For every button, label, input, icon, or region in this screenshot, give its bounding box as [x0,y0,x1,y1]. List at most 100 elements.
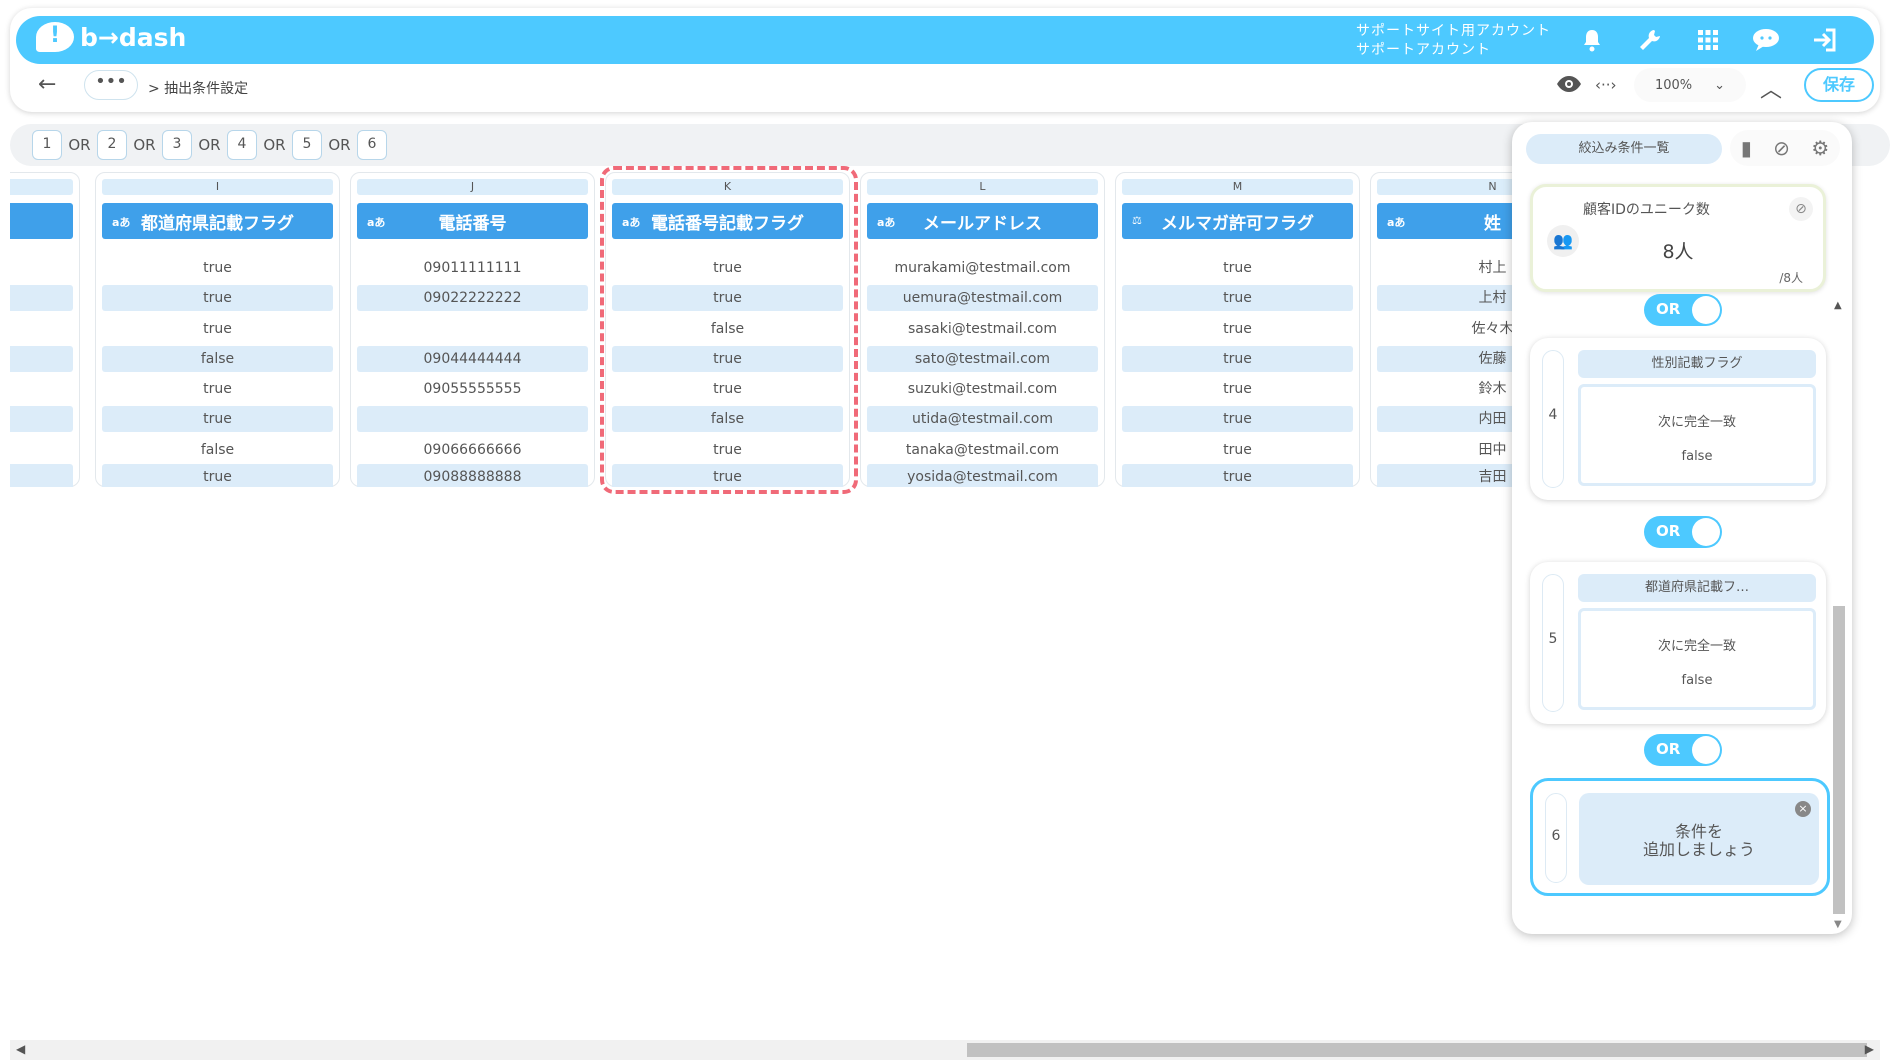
zoom-select[interactable]: 100% ⌄ [1634,68,1746,102]
table-cell[interactable]: 09044444444 [357,346,588,372]
table-cell[interactable]: sasaki@testmail.com [867,316,1098,342]
table-cell[interactable] [10,346,73,372]
table-cell[interactable]: 09055555555 [357,376,588,402]
panel-scrollbar[interactable]: ▲ ▼ [1830,296,1848,930]
table-cell[interactable]: suzuki@testmail.com [867,376,1098,402]
chevron-up-icon[interactable]: ︿ [1760,72,1782,104]
table-cell[interactable]: true [102,316,333,342]
bdash-logo[interactable]: b→dash [36,22,186,52]
table-cell[interactable] [357,406,588,432]
column-header[interactable]: aあ メールアドレス [867,203,1098,239]
condition-chip[interactable]: 4 [227,130,257,160]
table-cell[interactable]: 09011111111 [357,255,588,281]
bell-icon[interactable] [1576,24,1608,56]
condition-chip[interactable]: 1 [32,130,62,160]
horizontal-scrollbar[interactable]: ◀ ▶ [10,1040,1880,1060]
column-letter[interactable]: L [867,179,1098,195]
table-cell[interactable]: yosida@testmail.com [867,464,1098,487]
hide-icon[interactable]: ⊘ [1773,136,1790,160]
table-cell[interactable]: true [102,285,333,311]
column-header[interactable]: aあ 電話番号 [357,203,588,239]
scrollbar-thumb[interactable] [1833,606,1845,914]
or-toggle[interactable]: OR [1644,516,1722,548]
code-icon[interactable]: ‹··› [1595,76,1617,94]
table-cell[interactable] [10,285,73,311]
table-cell[interactable]: true [102,464,333,487]
table-cell[interactable] [10,316,73,342]
condition-chip[interactable]: 6 [357,130,387,160]
table-cell[interactable]: true [102,255,333,281]
document-icon[interactable]: ▮ [1741,136,1752,160]
table-cell[interactable]: true [102,406,333,432]
close-icon[interactable]: ⊘ [1789,197,1813,221]
table-cell[interactable]: true [1122,406,1353,432]
arrow-left-icon[interactable]: ← [38,72,56,97]
table-cell[interactable]: true [1122,285,1353,311]
column-header[interactable] [10,203,73,239]
table-cell[interactable]: true [1122,376,1353,402]
table-cell[interactable]: false [102,346,333,372]
scroll-down-icon[interactable]: ▼ [1834,919,1842,930]
or-joiner: OR [328,136,351,154]
account-info[interactable]: サポートサイト用アカウント サポートアカウント [1356,22,1551,60]
table-cell[interactable] [357,316,588,342]
condition-card[interactable]: 5 都道府県記載フ… 次に完全一致 false [1530,562,1826,724]
condition-chip[interactable]: 5 [292,130,322,160]
column-letter[interactable]: J [357,179,588,195]
table-cell[interactable]: true [102,376,333,402]
condition-body[interactable]: 次に完全一致 false [1578,608,1816,710]
table-cell[interactable]: true [1122,464,1353,487]
table-cell[interactable]: true [1122,255,1353,281]
table-cell[interactable]: utida@testmail.com [867,406,1098,432]
or-toggle[interactable]: OR [1644,294,1722,326]
condition-number: 4 [1542,350,1564,488]
table-cell[interactable] [10,406,73,432]
eye-icon[interactable] [1556,74,1582,99]
scroll-up-icon[interactable]: ▲ [1834,300,1842,311]
table-cell[interactable]: false [102,437,333,463]
wrench-icon[interactable] [1634,24,1666,56]
table-cell[interactable]: true [1122,316,1353,342]
table-cell[interactable]: true [1122,437,1353,463]
add-condition-card[interactable]: 6 条件を 追加しましょう × [1530,778,1830,896]
support-icon[interactable] [1750,24,1782,56]
panel-title[interactable]: 絞込み条件一覧 [1526,134,1722,164]
scrollbar-thumb[interactable] [967,1043,1867,1057]
column-header[interactable]: aあ 都道府県記載フラグ [102,203,333,239]
save-button[interactable]: 保存 [1804,68,1874,102]
table-cell[interactable] [10,437,73,463]
condition-field[interactable]: 性別記載フラグ [1578,350,1816,378]
grid-icon[interactable] [1692,24,1724,56]
logout-icon[interactable] [1808,24,1840,56]
table-cell[interactable]: tanaka@testmail.com [867,437,1098,463]
condition-chip[interactable]: 2 [97,130,127,160]
table-cell[interactable]: 09022222222 [357,285,588,311]
table-cell[interactable]: sato@testmail.com [867,346,1098,372]
table-cell[interactable]: true [1122,346,1353,372]
column-letter[interactable]: I [102,179,333,195]
table-cell[interactable]: uemura@testmail.com [867,285,1098,311]
condition-operator: 次に完全一致 [1657,639,1736,654]
table-cell[interactable] [10,255,73,281]
scroll-right-icon[interactable]: ▶ [1865,1042,1874,1056]
condition-card[interactable]: 4 性別記載フラグ 次に完全一致 false [1530,338,1826,500]
add-condition-button[interactable]: 条件を 追加しましょう × [1579,793,1819,885]
column-letter[interactable]: M [1122,179,1353,195]
grid-column [10,172,80,487]
or-joiner: OR [133,136,156,154]
or-toggle[interactable]: OR [1644,734,1722,766]
table-cell[interactable]: 09066666666 [357,437,588,463]
condition-body[interactable]: 次に完全一致 false [1578,384,1816,486]
column-letter[interactable] [10,179,73,195]
settings-icon[interactable]: ⚙ [1811,136,1829,160]
table-cell[interactable]: 09088888888 [357,464,588,487]
column-header[interactable]: ⚖ メルマガ許可フラグ [1122,203,1353,239]
table-cell[interactable] [10,464,73,487]
close-icon[interactable]: × [1795,801,1811,817]
table-cell[interactable]: murakami@testmail.com [867,255,1098,281]
condition-field[interactable]: 都道府県記載フ… [1578,574,1816,602]
condition-chip[interactable]: 3 [162,130,192,160]
more-button[interactable]: ••• [84,70,138,100]
table-cell[interactable] [10,376,73,402]
scroll-left-icon[interactable]: ◀ [16,1042,25,1056]
